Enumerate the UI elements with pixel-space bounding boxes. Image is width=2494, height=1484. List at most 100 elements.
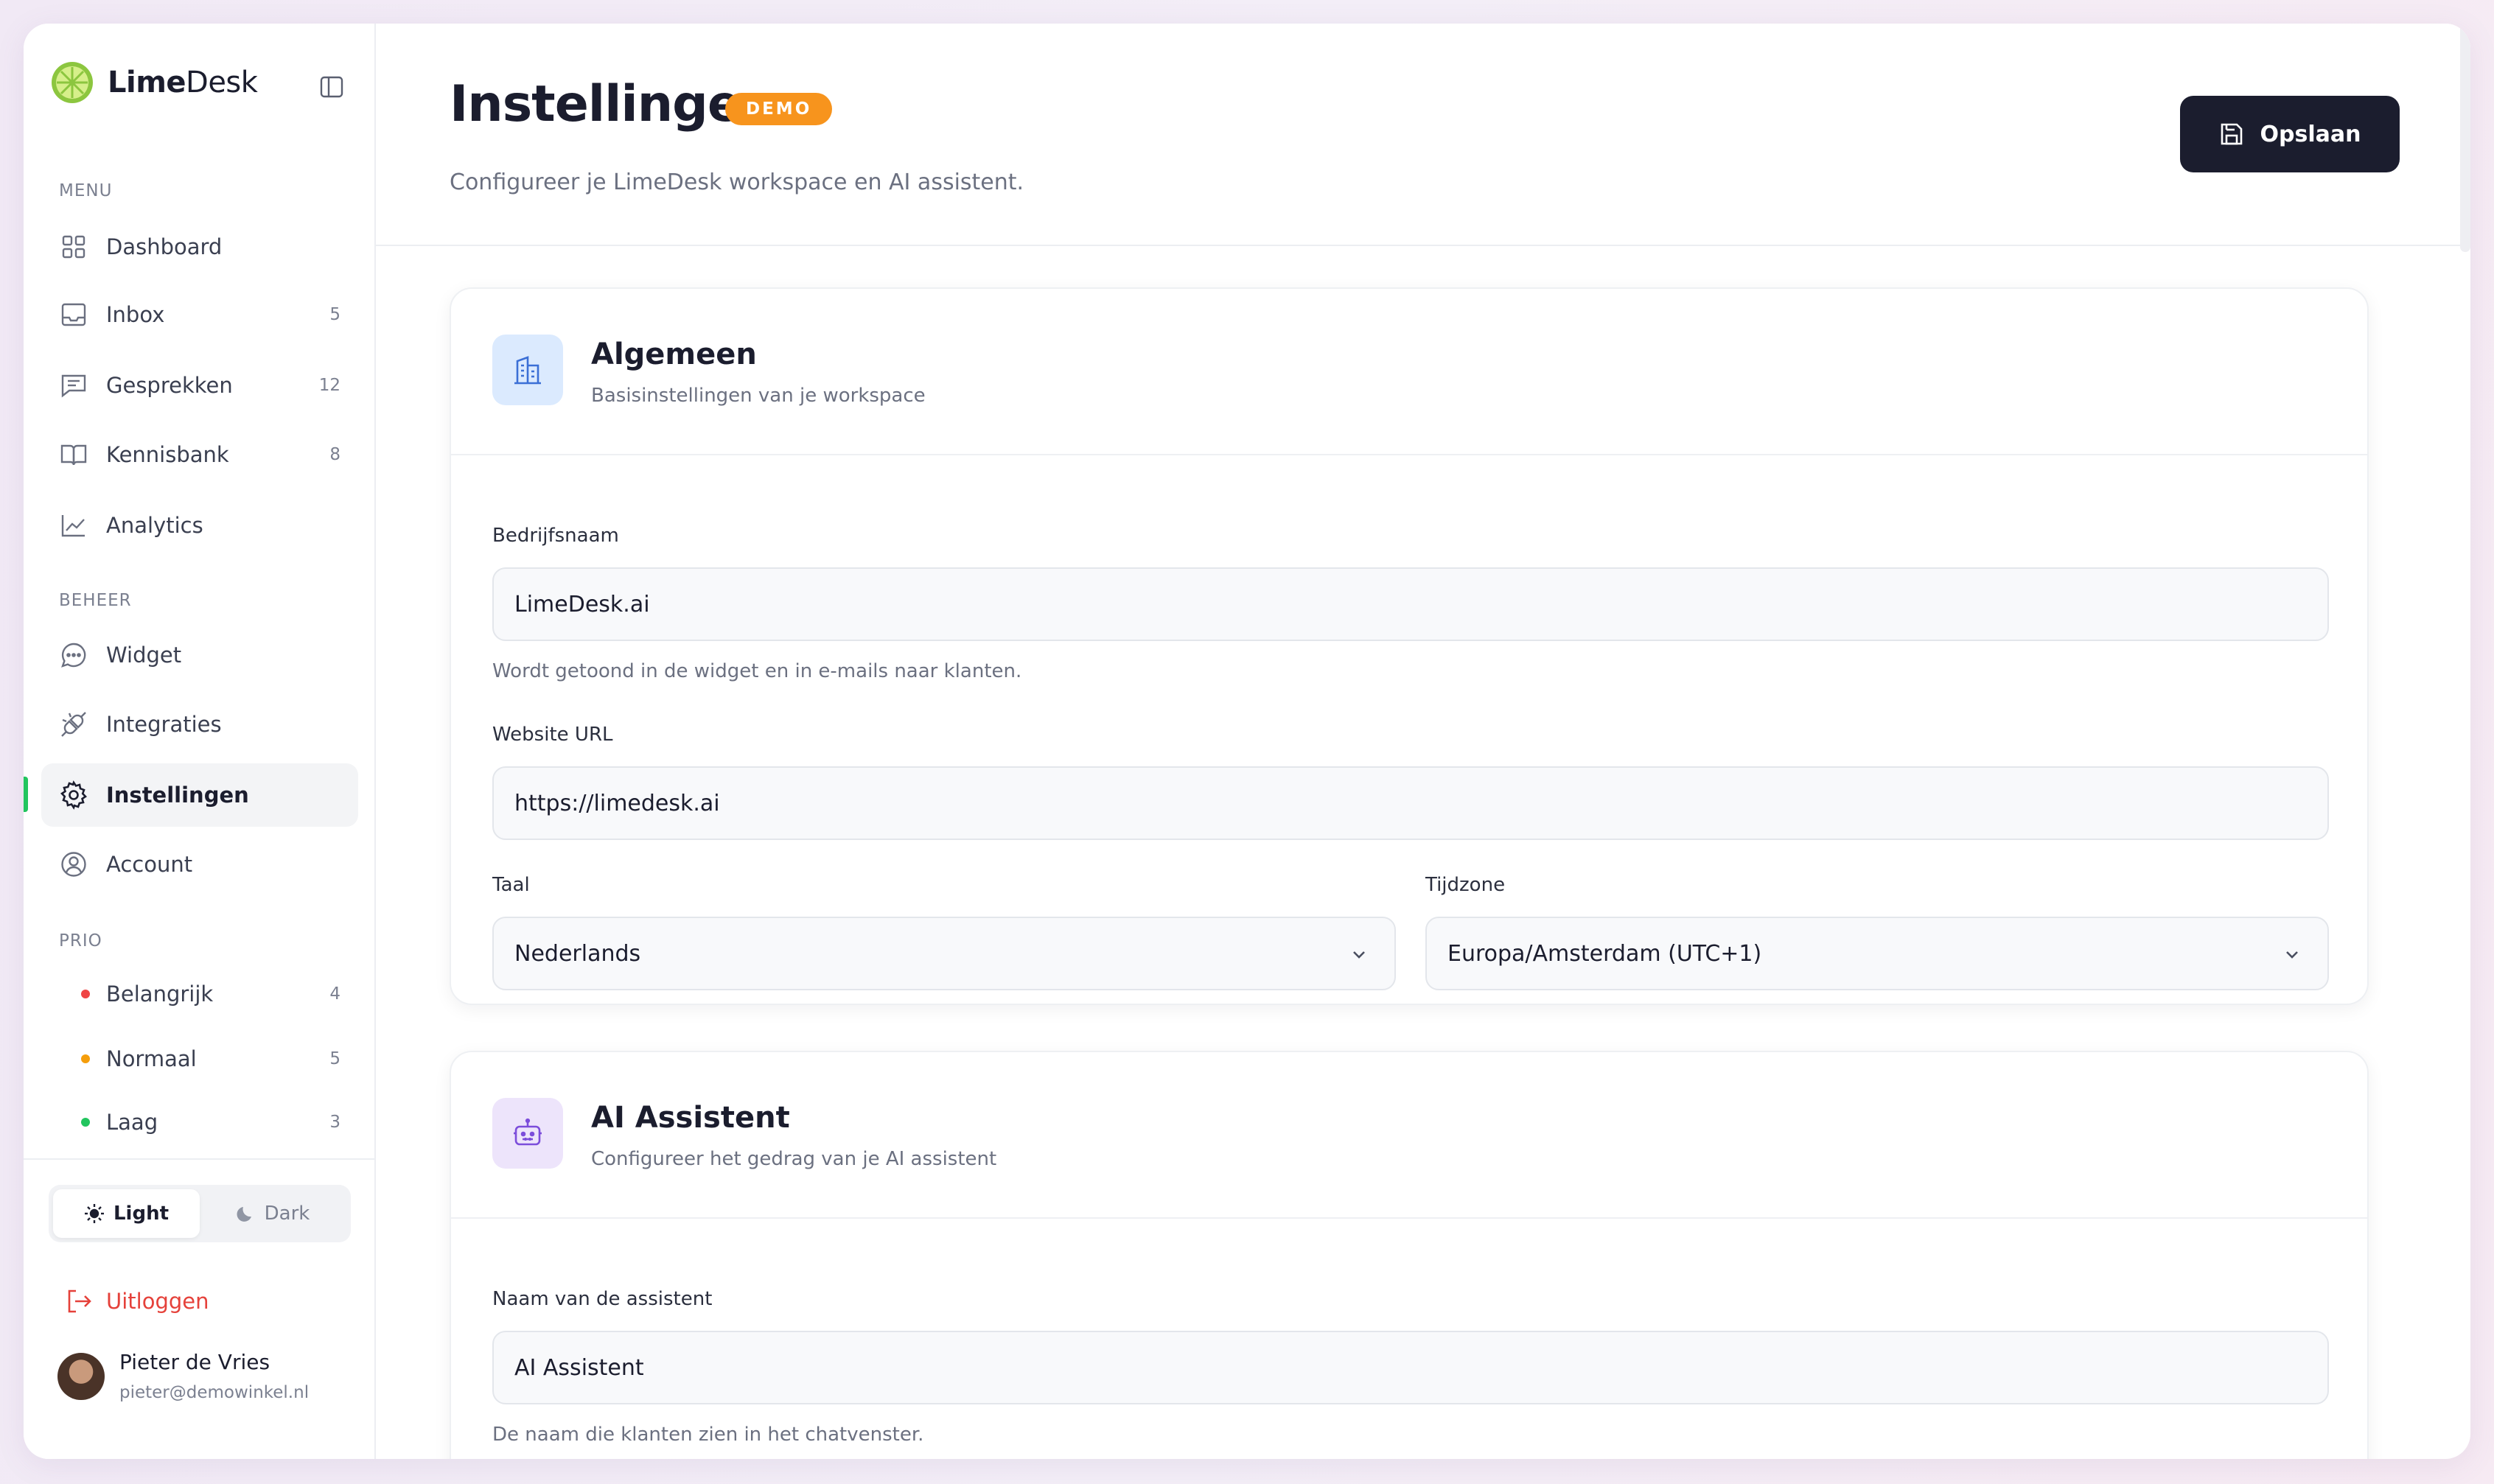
priority-dot: [81, 1054, 90, 1063]
page-header: Instellingen DEMO Configureer je LimeDes…: [376, 24, 2470, 246]
logout-icon: [68, 1289, 91, 1313]
priority-dot: [81, 990, 90, 998]
card-subtitle: Basisinstellingen van je workspace: [591, 385, 926, 407]
prio-item-label: Laag: [106, 1110, 158, 1135]
plug-icon: [59, 710, 88, 739]
sidebar-toggle-icon[interactable]: [318, 74, 345, 100]
sidebar-item-kennisbank[interactable]: Kennisbank 8: [41, 423, 358, 486]
prio-item-belangrijk[interactable]: Belangrijk 4: [41, 968, 358, 1020]
theme-toggle: Light Dark: [49, 1185, 351, 1242]
book-icon: [59, 440, 88, 469]
card-subtitle: Configureer het gedrag van je AI assiste…: [591, 1148, 997, 1170]
sidebar-item-label: Inbox: [106, 302, 165, 327]
theme-dark-label: Dark: [264, 1203, 310, 1225]
logout-button[interactable]: Uitloggen: [65, 1288, 209, 1315]
logout-label: Uitloggen: [106, 1289, 209, 1314]
theme-light-label: Light: [113, 1203, 170, 1225]
lime-logo-icon: [52, 62, 93, 103]
chat-bubble-icon: [59, 640, 88, 670]
company-name-hint: Wordt getoond in de widget en in e-mails…: [492, 660, 1022, 682]
inbox-icon: [59, 300, 88, 329]
priority-dot: [81, 1118, 90, 1127]
brand-name: LimeDesk: [108, 66, 258, 99]
sidebar-item-label: Instellingen: [106, 783, 249, 808]
message-square-icon: [59, 371, 88, 400]
card-title: AI Assistent: [591, 1101, 790, 1135]
sidebar-item-label: Dashboard: [106, 234, 223, 259]
grid-icon: [59, 232, 88, 262]
save-button[interactable]: Opslaan: [2180, 96, 2400, 172]
chevron-down-icon: [2286, 951, 2298, 959]
timezone-label: Tijdzone: [1425, 874, 1506, 896]
count-badge: 12: [318, 376, 340, 395]
theme-dark-button[interactable]: Dark: [200, 1189, 346, 1238]
sidebar-item-integraties[interactable]: Integraties: [41, 693, 358, 756]
section-label-prio: PRIO: [59, 931, 102, 951]
card-icon-box: [492, 1098, 563, 1169]
building-icon: [514, 356, 541, 385]
website-url-label: Website URL: [492, 724, 613, 746]
divider: [24, 1158, 376, 1160]
sidebar-item-label: Widget: [106, 643, 182, 668]
company-name-label: Bedrijfsnaam: [492, 525, 619, 547]
timezone-select[interactable]: Europa/Amsterdam (UTC+1): [1425, 917, 2329, 990]
prio-item-label: Normaal: [106, 1046, 197, 1071]
count-badge: 5: [329, 1049, 340, 1068]
chevron-down-icon: [1353, 951, 1365, 959]
card-title: Algemeen: [591, 337, 757, 371]
active-indicator: [24, 777, 28, 812]
count-badge: 5: [329, 305, 340, 324]
sidebar-item-label: Gesprekken: [106, 373, 233, 398]
sidebar-item-gesprekken[interactable]: Gesprekken 12: [41, 354, 358, 417]
scrollbar[interactable]: [2460, 24, 2470, 252]
assistant-name-input[interactable]: AI Assistent: [492, 1331, 2329, 1404]
sidebar-item-analytics[interactable]: Analytics: [41, 494, 358, 557]
count-badge: 3: [329, 1113, 340, 1132]
app-window: LimeDesk MENU Dashboard Inbox 5 Gesprekk…: [24, 24, 2470, 1459]
prio-item-label: Belangrijk: [106, 981, 214, 1007]
user-circle-icon: [59, 850, 88, 879]
sidebar-item-label: Integraties: [106, 712, 222, 737]
robot-icon: [514, 1118, 542, 1146]
sidebar-item-account[interactable]: Account: [41, 833, 358, 896]
ai-assistant-card: AI Assistent Configureer het gedrag van …: [450, 1051, 2369, 1459]
general-settings-card: Algemeen Basisinstellingen van je worksp…: [450, 287, 2369, 1005]
theme-light-button[interactable]: Light: [53, 1189, 200, 1238]
sidebar-item-label: Kennisbank: [106, 442, 229, 467]
section-label-menu: MENU: [59, 181, 113, 200]
count-badge: 8: [329, 445, 340, 464]
save-icon: [2221, 123, 2242, 145]
card-icon-box: [492, 335, 563, 405]
count-badge: 4: [329, 984, 340, 1004]
section-label-beheer: BEHEER: [59, 591, 132, 610]
prio-item-laag[interactable]: Laag 3: [41, 1096, 358, 1148]
user-name: Pieter de Vries: [119, 1350, 270, 1374]
sidebar-item-instellingen[interactable]: Instellingen: [41, 763, 358, 827]
brand[interactable]: LimeDesk: [50, 60, 258, 105]
language-select[interactable]: Nederlands: [492, 917, 1396, 990]
sidebar-item-label: Account: [106, 852, 193, 877]
timezone-value: Europa/Amsterdam (UTC+1): [1447, 940, 1762, 967]
company-name-input[interactable]: LimeDesk.ai: [492, 567, 2329, 641]
page-subtitle: Configureer je LimeDesk workspace en AI …: [450, 169, 1024, 195]
language-value: Nederlands: [514, 940, 641, 967]
website-url-input[interactable]: https://limedesk.ai: [492, 766, 2329, 840]
demo-badge: DEMO: [725, 93, 833, 125]
sidebar-item-inbox[interactable]: Inbox 5: [41, 283, 358, 346]
language-label: Taal: [492, 874, 530, 896]
line-chart-icon: [59, 511, 88, 540]
moon-icon: [237, 1207, 251, 1222]
sidebar-item-widget[interactable]: Widget: [41, 623, 358, 687]
assistant-name-label: Naam van de assistent: [492, 1288, 713, 1310]
user-profile[interactable]: Pieter de Vries pieter@demowinkel.nl: [57, 1350, 309, 1402]
prio-item-normaal[interactable]: Normaal 5: [41, 1033, 358, 1085]
main-content: Instellingen DEMO Configureer je LimeDes…: [376, 24, 2470, 1459]
sidebar: LimeDesk MENU Dashboard Inbox 5 Gesprekk…: [24, 24, 376, 1459]
sun-icon: [84, 1204, 104, 1223]
gear-icon: [59, 780, 88, 810]
avatar: [57, 1352, 105, 1400]
assistant-name-hint: De naam die klanten zien in het chatvens…: [492, 1424, 924, 1446]
sidebar-item-label: Analytics: [106, 513, 203, 538]
save-button-label: Opslaan: [2260, 121, 2361, 147]
sidebar-item-dashboard[interactable]: Dashboard: [41, 215, 358, 279]
